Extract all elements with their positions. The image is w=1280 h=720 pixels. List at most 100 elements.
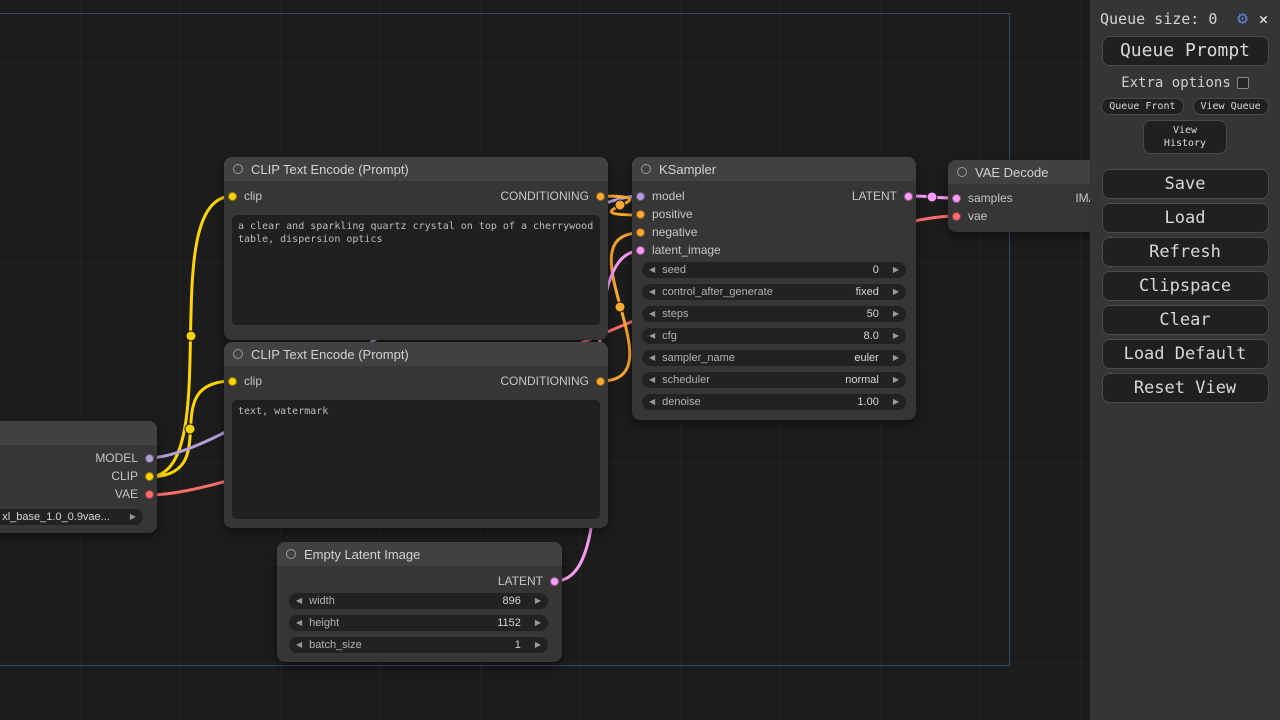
node-clip-text-encode-positive[interactable]: CLIP Text Encode (Prompt) clip CONDITION… [224, 157, 608, 340]
input-slot-negative[interactable] [636, 228, 645, 237]
output-slot-label: CLIP [111, 469, 138, 483]
widget-value: 1.00 [857, 396, 878, 408]
widget-value: xl_base_1.0_0.9vae... [2, 511, 110, 523]
increment-arrow-icon[interactable]: ▶ [893, 398, 899, 406]
output-slot-latent-row: LATENT [498, 572, 559, 590]
increment-arrow-icon[interactable]: ▶ [893, 332, 899, 340]
node-clip-text-encode-negative[interactable]: CLIP Text Encode (Prompt) clip CONDITION… [224, 342, 608, 528]
positive-prompt-textarea[interactable]: a clear and sparkling quartz crystal on … [232, 215, 600, 325]
decrement-arrow-icon[interactable]: ◀ [649, 376, 655, 384]
widget-value: 1152 [497, 617, 521, 629]
decrement-arrow-icon[interactable]: ◀ [649, 354, 655, 362]
increment-arrow-icon[interactable]: ▶ [535, 597, 541, 605]
output-slot-clip[interactable] [145, 472, 154, 481]
view-queue-button[interactable]: View Queue [1193, 98, 1269, 115]
decrement-arrow-icon[interactable]: ◀ [296, 641, 302, 649]
output-slot-vae[interactable] [145, 490, 154, 499]
increment-arrow-icon[interactable]: ▶ [535, 641, 541, 649]
widget-value: 8.0 [864, 330, 879, 342]
output-slot-latent[interactable] [904, 192, 913, 201]
settings-gear-icon[interactable]: ⚙ [1237, 10, 1248, 28]
node-header[interactable] [0, 421, 157, 445]
close-icon[interactable]: ✕ [1259, 12, 1268, 27]
extra-options-label: Extra options [1121, 75, 1231, 91]
increment-arrow-icon[interactable]: ▶ [130, 513, 136, 521]
output-slot-conditioning[interactable] [596, 377, 605, 386]
input-slot-label: negative [652, 225, 697, 239]
node-ksampler[interactable]: KSampler LATENT model positive negative … [632, 157, 916, 420]
queue-front-button[interactable]: Queue Front [1101, 98, 1183, 115]
node-checkpoint-loader[interactable]: MODEL CLIP VAE ◀ xl_base_1.0_0.9vae... ▶ [0, 421, 157, 533]
increment-arrow-icon[interactable]: ▶ [893, 354, 899, 362]
decrement-arrow-icon[interactable]: ◀ [649, 288, 655, 296]
widget-label: cfg [662, 330, 677, 342]
clipspace-button[interactable]: Clipspace [1102, 271, 1269, 301]
decrement-arrow-icon[interactable]: ◀ [649, 310, 655, 318]
refresh-button[interactable]: Refresh [1102, 237, 1269, 267]
widget-value: fixed [856, 286, 879, 298]
collapse-toggle-icon[interactable] [233, 349, 243, 359]
output-slot-latent-row: LATENT [852, 187, 913, 205]
increment-arrow-icon[interactable]: ▶ [893, 288, 899, 296]
input-slot-positive[interactable] [636, 210, 645, 219]
decrement-arrow-icon[interactable]: ◀ [296, 597, 302, 605]
node-header[interactable]: Empty Latent Image [277, 542, 562, 566]
output-slot-conditioning[interactable] [596, 192, 605, 201]
increment-arrow-icon[interactable]: ▶ [893, 376, 899, 384]
collapse-toggle-icon[interactable] [233, 164, 243, 174]
widget-label: sampler_name [662, 352, 735, 364]
collapse-toggle-icon[interactable] [641, 164, 651, 174]
widget-value: 896 [502, 595, 520, 607]
node-header[interactable]: CLIP Text Encode (Prompt) [224, 342, 608, 366]
widget-width[interactable]: ◀ width 896 ▶ [289, 593, 548, 609]
widget-steps[interactable]: ◀ steps 50 ▶ [642, 306, 906, 322]
save-button[interactable]: Save [1102, 169, 1269, 199]
reset-view-button[interactable]: Reset View [1102, 373, 1269, 403]
widget-value: euler [854, 352, 878, 364]
node-empty-latent-image[interactable]: Empty Latent Image LATENT ◀ width 896 ▶ … [277, 542, 562, 662]
widget-scheduler[interactable]: ◀ scheduler normal ▶ [642, 372, 906, 388]
widget-ckpt-name[interactable]: ◀ xl_base_1.0_0.9vae... ▶ [0, 509, 143, 525]
input-slot-label: clip [244, 374, 262, 388]
widget-seed[interactable]: ◀ seed 0 ▶ [642, 262, 906, 278]
decrement-arrow-icon[interactable]: ◀ [649, 398, 655, 406]
collapse-toggle-icon[interactable] [957, 167, 967, 177]
widget-denoise[interactable]: ◀ denoise 1.00 ▶ [642, 394, 906, 410]
collapse-toggle-icon[interactable] [286, 549, 296, 559]
workflow-canvas[interactable]: MODEL CLIP VAE ◀ xl_base_1.0_0.9vae... ▶… [0, 0, 1090, 720]
increment-arrow-icon[interactable]: ▶ [893, 310, 899, 318]
widget-control-after-generate[interactable]: ◀ control_after_generate fixed ▶ [642, 284, 906, 300]
widget-cfg[interactable]: ◀ cfg 8.0 ▶ [642, 328, 906, 344]
view-history-button[interactable]: View History [1143, 120, 1227, 154]
input-slot-clip[interactable] [228, 192, 237, 201]
widget-sampler-name[interactable]: ◀ sampler_name euler ▶ [642, 350, 906, 366]
output-slot-model[interactable] [145, 454, 154, 463]
load-button[interactable]: Load [1102, 203, 1269, 233]
node-header[interactable]: KSampler [632, 157, 916, 181]
clear-button[interactable]: Clear [1102, 305, 1269, 335]
input-slot-latent-image[interactable] [636, 246, 645, 255]
input-slot-samples[interactable] [952, 194, 961, 203]
decrement-arrow-icon[interactable]: ◀ [649, 266, 655, 274]
output-slot-label: CONDITIONING [500, 189, 589, 203]
node-title: CLIP Text Encode (Prompt) [251, 162, 409, 177]
load-default-button[interactable]: Load Default [1102, 339, 1269, 369]
decrement-arrow-icon[interactable]: ◀ [296, 619, 302, 627]
widget-height[interactable]: ◀ height 1152 ▶ [289, 615, 548, 631]
node-title: Empty Latent Image [304, 547, 420, 562]
widget-value: normal [845, 374, 879, 386]
widget-label: steps [662, 308, 688, 320]
widget-batch-size[interactable]: ◀ batch_size 1 ▶ [289, 637, 548, 653]
increment-arrow-icon[interactable]: ▶ [535, 619, 541, 627]
increment-arrow-icon[interactable]: ▶ [893, 266, 899, 274]
output-slot-latent[interactable] [550, 577, 559, 586]
node-header[interactable]: CLIP Text Encode (Prompt) [224, 157, 608, 181]
decrement-arrow-icon[interactable]: ◀ [649, 332, 655, 340]
input-slot-clip[interactable] [228, 377, 237, 386]
queue-prompt-button[interactable]: Queue Prompt [1102, 36, 1269, 66]
input-slot-label: vae [968, 209, 987, 223]
input-slot-vae[interactable] [952, 212, 961, 221]
input-slot-model[interactable] [636, 192, 645, 201]
negative-prompt-textarea[interactable]: text, watermark [232, 400, 600, 519]
extra-options-checkbox[interactable] [1237, 77, 1249, 89]
